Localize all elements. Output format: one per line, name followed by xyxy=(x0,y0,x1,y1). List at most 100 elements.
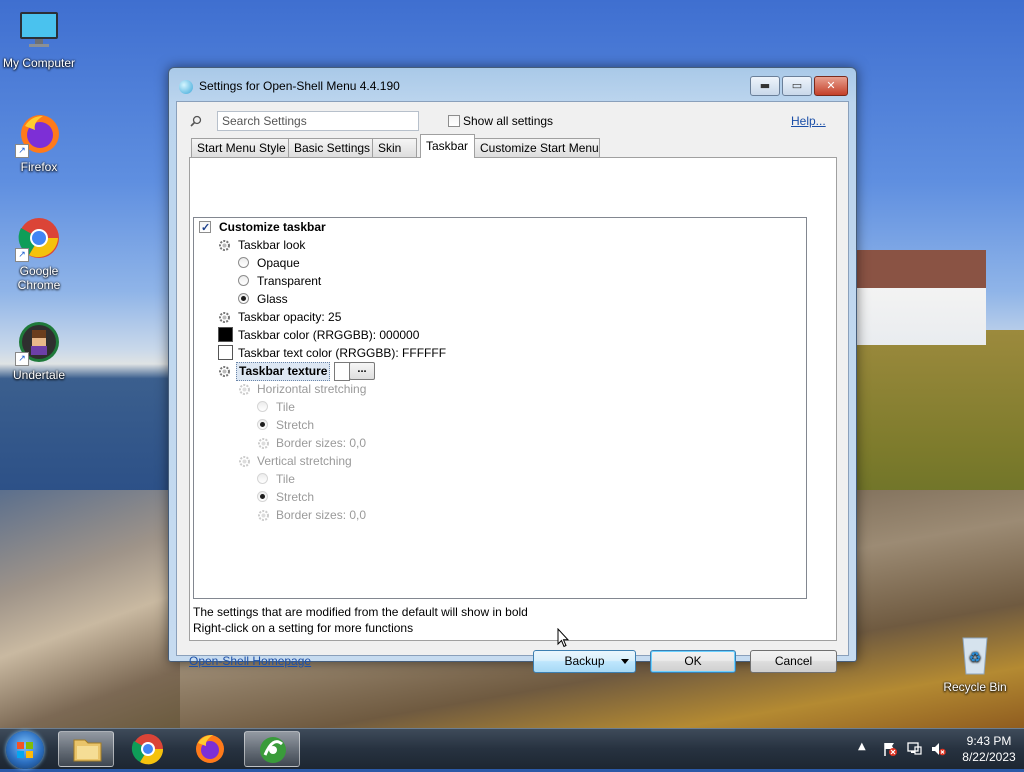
gear-icon xyxy=(219,240,230,251)
start-button[interactable] xyxy=(6,731,44,769)
close-button[interactable]: ✕ xyxy=(814,76,848,96)
desktop-icon-label: Recycle Bin xyxy=(943,680,1007,694)
color-swatch xyxy=(218,345,233,360)
cancel-button[interactable]: Cancel xyxy=(750,650,837,673)
setting-label: Vertical stretching xyxy=(257,454,352,468)
show-hidden-icons-icon[interactable]: ▲ xyxy=(858,741,866,752)
windows-logo-icon xyxy=(17,742,33,758)
maximize-button[interactable]: ▭ xyxy=(782,76,812,96)
customize-taskbar-checkbox[interactable]: ✓ xyxy=(199,221,211,234)
setting-label: Taskbar texture xyxy=(236,362,331,381)
gear-icon xyxy=(219,366,230,377)
chrome-icon xyxy=(131,734,164,765)
taskbar-chrome[interactable] xyxy=(120,731,176,767)
setting-label: Opaque xyxy=(257,256,300,270)
chrome-icon: ↗ xyxy=(15,216,61,262)
shortcut-arrow-icon: ↗ xyxy=(15,248,29,262)
recycle-bin-icon: ♻ xyxy=(953,632,997,676)
setting-label: Taskbar color (RRGGBB): 000000 xyxy=(238,328,420,342)
gear-icon xyxy=(258,510,269,521)
desktop-icon-recycle-bin[interactable]: ♻ Recycle Bin xyxy=(936,632,1014,694)
desktop-wallpaper-rocks-left xyxy=(0,490,180,728)
minimize-icon: ▬ xyxy=(759,79,771,92)
right-click-note: Right-click on a setting for more functi… xyxy=(193,621,414,635)
homepage-link[interactable]: Open-Shell Homepage xyxy=(189,654,311,668)
shortcut-arrow-icon: ↗ xyxy=(15,144,29,158)
browse-button[interactable]: ... xyxy=(349,362,375,380)
desktop-icon-my-computer[interactable]: My Computer xyxy=(0,8,78,70)
undertale-icon: ↗ xyxy=(15,320,61,366)
setting-label: Glass xyxy=(257,292,288,306)
backup-button[interactable]: Backup xyxy=(533,650,636,673)
open-shell-icon xyxy=(179,80,193,94)
folder-icon xyxy=(73,739,102,762)
desktop-icon-label: My Computer xyxy=(2,56,76,70)
taskbar: ▲ 9:43 PM 8/22/2023 xyxy=(0,728,1024,769)
gear-icon xyxy=(219,312,230,323)
ok-button[interactable]: OK xyxy=(650,650,736,673)
color-swatch xyxy=(218,327,233,342)
tab-customize-start-menu[interactable]: Customize Start Menu xyxy=(474,138,600,158)
taskbar-file-explorer[interactable] xyxy=(58,731,114,767)
firefox-icon xyxy=(196,735,224,763)
setting-label: Customize taskbar xyxy=(219,220,326,234)
taskbar-open-shell-settings[interactable] xyxy=(244,731,300,767)
computer-icon xyxy=(17,8,61,52)
setting-label: Tile xyxy=(276,400,295,414)
mouse-cursor-icon xyxy=(557,628,569,648)
window-client-area: Show all settings Help... Start Menu Sty… xyxy=(176,101,849,673)
show-all-settings-label: Show all settings xyxy=(463,114,554,128)
backup-label: Backup xyxy=(564,654,605,668)
minimize-button[interactable]: ▬ xyxy=(750,76,780,96)
setting-label: Stretch xyxy=(276,418,315,432)
v-stretch-radio[interactable] xyxy=(257,491,268,502)
clock-time: 9:43 PM xyxy=(966,734,1012,748)
transparent-radio[interactable] xyxy=(238,275,249,286)
settings-tree[interactable]: ✓ Customize taskbar Taskbar look Opaque … xyxy=(193,217,807,599)
shortcut-arrow-icon: ↗ xyxy=(15,352,29,366)
check-icon: ✓ xyxy=(201,222,211,234)
setting-label: Taskbar text color (RRGGBB): FFFFFF xyxy=(238,346,447,360)
glass-radio[interactable] xyxy=(238,293,249,304)
taskbar-clock[interactable]: 9:43 PM 8/22/2023 xyxy=(955,733,1023,765)
gear-icon xyxy=(258,438,269,449)
tab-basic-settings[interactable]: Basic Settings xyxy=(288,138,373,158)
clock-date: 8/22/2023 xyxy=(962,750,1016,764)
tab-taskbar[interactable]: Taskbar xyxy=(420,134,475,158)
search-icon xyxy=(190,115,202,127)
opaque-radio[interactable] xyxy=(238,257,249,268)
volume-muted-icon[interactable] xyxy=(930,741,946,757)
open-shell-icon xyxy=(260,737,286,763)
taskbar-firefox[interactable] xyxy=(182,731,238,767)
settings-window: Settings for Open-Shell Menu 4.4.190 ▬ ▭… xyxy=(168,67,857,673)
setting-label: Taskbar opacity: 25 xyxy=(238,310,342,324)
tab-skin[interactable]: Skin xyxy=(372,138,417,158)
maximize-icon: ▭ xyxy=(791,79,803,92)
gear-icon xyxy=(239,384,250,395)
setting-label: Taskbar look xyxy=(238,238,306,252)
h-tile-radio[interactable] xyxy=(257,401,268,412)
desktop-icon-label: Undertale xyxy=(12,368,66,382)
bold-settings-note: The settings that are modified from the … xyxy=(193,605,528,619)
desktop-icon-undertale[interactable]: ↗ Undertale xyxy=(0,320,78,382)
gear-icon xyxy=(239,456,250,467)
close-icon: ✕ xyxy=(826,79,836,92)
h-stretch-radio[interactable] xyxy=(257,419,268,430)
tab-start-menu-style[interactable]: Start Menu Style xyxy=(191,138,289,158)
window-title: Settings for Open-Shell Menu 4.4.190 xyxy=(199,79,400,93)
setting-label: Horizontal stretching xyxy=(257,382,367,396)
show-all-settings-checkbox[interactable] xyxy=(448,115,460,127)
setting-label: Border sizes: 0,0 xyxy=(276,508,367,522)
search-input[interactable] xyxy=(217,111,419,131)
title-bar[interactable]: Settings for Open-Shell Menu 4.4.190 ▬ ▭… xyxy=(169,68,856,102)
desktop-wallpaper-house xyxy=(856,250,986,345)
action-center-flag-icon[interactable] xyxy=(882,741,898,757)
help-link[interactable]: Help... xyxy=(791,114,826,128)
desktop-icon-google-chrome[interactable]: ↗ Google Chrome xyxy=(0,216,78,292)
network-icon[interactable] xyxy=(906,741,922,757)
texture-path-input[interactable] xyxy=(334,362,350,381)
desktop-icon-firefox[interactable]: ↗ Firefox xyxy=(0,112,78,174)
desktop-icon-label: Google Chrome xyxy=(17,264,61,292)
v-tile-radio[interactable] xyxy=(257,473,268,484)
firefox-icon: ↗ xyxy=(15,112,61,158)
